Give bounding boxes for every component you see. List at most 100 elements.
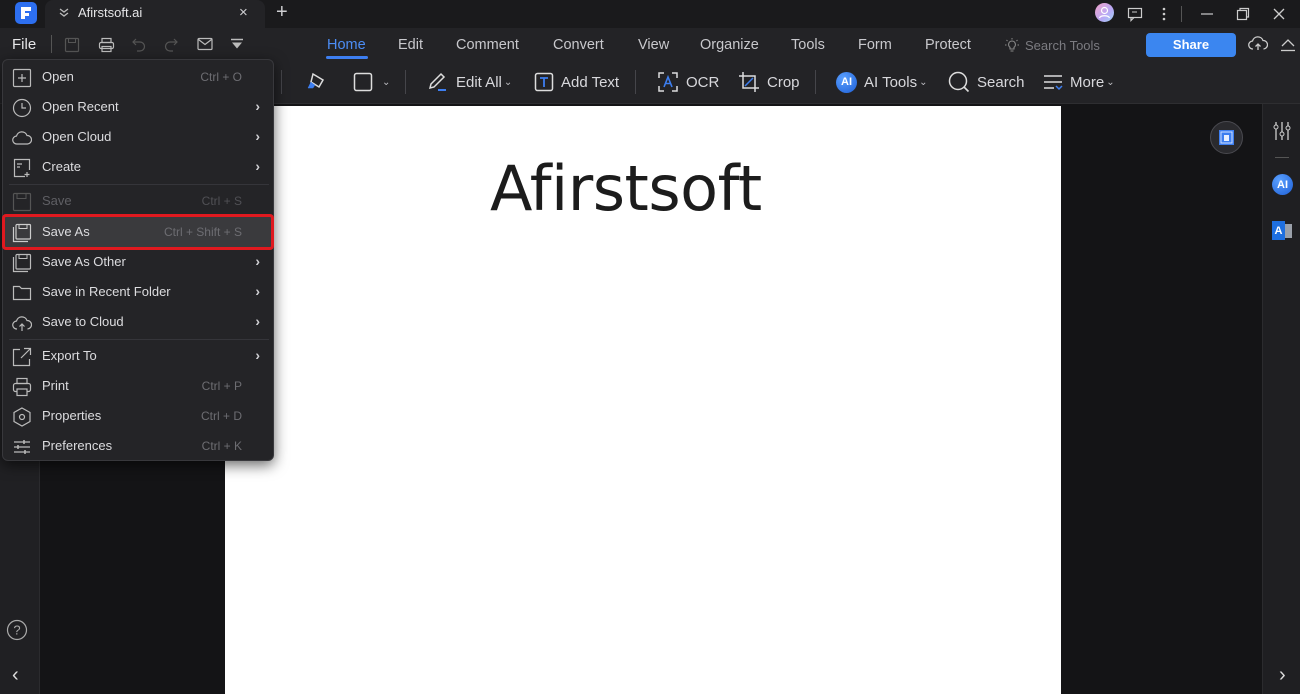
tab-convert[interactable]: Convert (553, 37, 604, 53)
tab-organize[interactable]: Organize (700, 37, 759, 53)
toolbar-divider (281, 70, 282, 94)
highlight-tool-button[interactable] (304, 60, 328, 104)
undo-icon[interactable] (131, 37, 147, 53)
submenu-chevron-icon: › (255, 347, 260, 363)
menu-item-save-to-cloud[interactable]: Save to Cloud › (4, 307, 272, 337)
toolbar-divider (635, 70, 636, 94)
tab-title: Afirstsoft.ai (78, 5, 143, 20)
menu-item-save-as[interactable]: Save As Ctrl + Shift + S (2, 214, 274, 250)
pencil-icon (427, 71, 449, 93)
tab-comment[interactable]: Comment (456, 37, 519, 53)
menu-item-open-recent[interactable]: Open Recent › (4, 92, 272, 122)
export-icon (12, 347, 32, 367)
search-tools-placeholder: Search Tools (1025, 37, 1100, 53)
help-icon[interactable]: ? (6, 619, 28, 641)
app-logo[interactable] (15, 2, 37, 24)
translate-icon[interactable]: A (1272, 221, 1293, 240)
menu-item-preferences[interactable]: Preferences Ctrl + K (4, 431, 272, 461)
titlebar-divider (1181, 6, 1182, 22)
menu-item-export-to[interactable]: Export To › (4, 341, 272, 371)
submenu-chevron-icon: › (255, 98, 260, 114)
search-icon (948, 71, 970, 93)
menu-item-save-in-recent-folder[interactable]: Save in Recent Folder › (4, 277, 272, 307)
tab-edit[interactable]: Edit (398, 37, 423, 53)
save-as-icon (12, 223, 32, 243)
menu-item-save: Save Ctrl + S (4, 186, 272, 216)
ocr-icon (657, 71, 679, 93)
avatar[interactable] (1095, 3, 1114, 22)
tab-view[interactable]: View (638, 37, 669, 53)
tab-close-icon[interactable]: × (239, 4, 248, 21)
menu-item-properties[interactable]: Properties Ctrl + D (4, 401, 272, 431)
submenu-chevron-icon: › (255, 313, 260, 329)
chevron-down-icon: ⌄ (919, 76, 928, 88)
cloud-upload-icon[interactable] (1248, 36, 1268, 52)
adjust-settings-icon[interactable] (1273, 121, 1291, 141)
share-button[interactable]: Share (1146, 33, 1236, 57)
redo-icon[interactable] (163, 37, 179, 53)
menu-item-open-cloud[interactable]: Open Cloud › (4, 122, 272, 152)
edit-all-button[interactable]: Edit All ⌄ (427, 60, 512, 104)
menu-bar: File Home Edit Comment Convert View Orga… (0, 28, 1300, 60)
crop-button[interactable]: Crop (738, 60, 800, 104)
email-icon[interactable] (197, 37, 213, 51)
tab-home[interactable]: Home (327, 37, 366, 53)
search-button[interactable]: Search (948, 60, 1025, 104)
toolbar-divider (815, 70, 816, 94)
quick-print-icon[interactable] (98, 37, 115, 53)
customize-quick-access-icon[interactable] (230, 38, 244, 50)
menu-divider (9, 339, 269, 340)
crop-label: Crop (767, 73, 800, 91)
expand-right-panel-icon[interactable]: › (1279, 664, 1286, 687)
crop-icon (738, 71, 760, 93)
more-options-icon[interactable] (1161, 6, 1167, 22)
ai-assistant-icon[interactable]: AI (1272, 174, 1293, 195)
toolbar-divider (405, 70, 406, 94)
submenu-chevron-icon: › (255, 128, 260, 144)
save-as-other-icon (12, 253, 32, 273)
submenu-chevron-icon: › (255, 283, 260, 299)
shape-tool-button[interactable]: ⌄ (353, 60, 390, 104)
file-menu-button[interactable]: File (12, 36, 36, 53)
active-tab-indicator (326, 56, 368, 59)
restore-icon[interactable] (1236, 7, 1250, 21)
search-tools-input[interactable]: Search Tools (1004, 37, 1100, 53)
tab-menu-chevron-icon[interactable] (57, 6, 71, 20)
ocr-button[interactable]: OCR (657, 60, 719, 104)
new-tab-button[interactable]: + (276, 1, 288, 24)
add-text-button[interactable]: Add Text (534, 60, 619, 104)
submenu-chevron-icon: › (255, 253, 260, 269)
right-sidebar-rail: AI A › (1262, 104, 1300, 694)
tab-form[interactable]: Form (858, 37, 892, 53)
file-dropdown-menu: Open Ctrl + O Open Recent › Open Cloud ›… (2, 59, 274, 461)
chevron-down-icon: ⌄ (382, 76, 391, 88)
rail-divider (1275, 157, 1289, 158)
submenu-chevron-icon: › (255, 158, 260, 174)
clock-icon (12, 98, 32, 118)
tab-tools[interactable]: Tools (791, 37, 825, 53)
collapse-ribbon-icon[interactable] (1280, 38, 1296, 52)
chevron-down-icon: ⌄ (503, 76, 513, 88)
quick-access-divider (51, 35, 52, 53)
menu-divider (9, 184, 269, 185)
preferences-icon (12, 437, 32, 457)
menu-item-save-as-other[interactable]: Save As Other › (4, 247, 272, 277)
svg-text:?: ? (13, 623, 20, 638)
minimize-icon[interactable] (1200, 7, 1214, 21)
page-layout-float-button[interactable] (1210, 121, 1243, 154)
collapse-left-panel-icon[interactable]: ‹ (12, 664, 19, 687)
tab-protect[interactable]: Protect (925, 37, 971, 53)
ai-tools-label: AI Tools (864, 73, 918, 91)
menu-item-open[interactable]: Open Ctrl + O (4, 62, 272, 92)
quick-save-icon[interactable] (64, 37, 80, 53)
window-close-icon[interactable] (1272, 7, 1286, 21)
menu-item-print[interactable]: Print Ctrl + P (4, 371, 272, 401)
title-bar: Afirstsoft.ai × + (0, 0, 1300, 28)
menu-item-create[interactable]: Create › (4, 152, 272, 182)
document-tab[interactable]: Afirstsoft.ai × (45, 0, 265, 28)
ocr-label: OCR (686, 73, 720, 91)
feedback-icon[interactable] (1127, 6, 1143, 22)
document-heading-text[interactable]: Afirstsoft (490, 152, 762, 225)
ai-tools-button[interactable]: AI AI Tools ⌄ (836, 60, 927, 104)
more-button[interactable]: More ⌄ (1043, 60, 1115, 104)
